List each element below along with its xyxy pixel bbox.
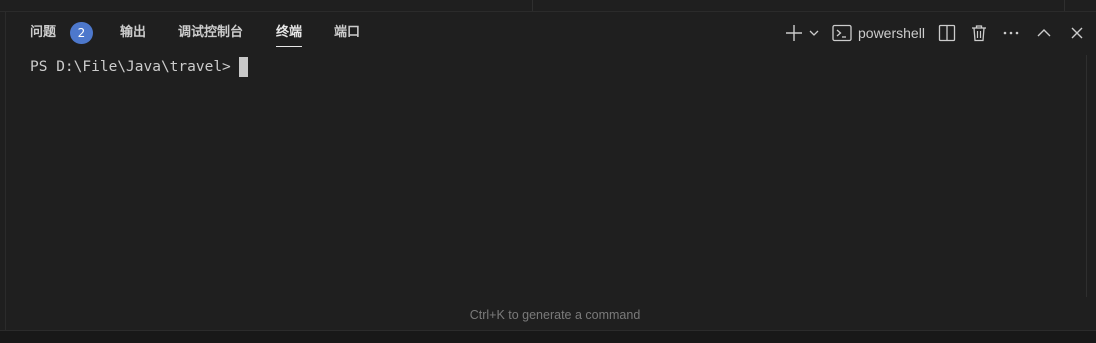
editor-divider <box>1064 0 1065 11</box>
tab-terminal-label: 终端 <box>276 25 303 40</box>
status-bar <box>0 331 1096 343</box>
ellipsis-icon <box>1003 31 1019 35</box>
split-editor-icon <box>938 24 956 42</box>
trash-icon <box>972 25 986 42</box>
tab-ports-label: 端口 <box>334 25 361 40</box>
new-terminal-button[interactable] <box>783 21 805 45</box>
tab-terminal[interactable]: 终端 <box>276 22 303 47</box>
tab-problems[interactable]: 问题 2 <box>30 22 93 46</box>
panel-left-border <box>5 12 6 330</box>
chevron-down-icon <box>809 30 819 36</box>
tab-problems-label: 问题 <box>30 25 57 40</box>
generate-command-hint: Ctrl+K to generate a command <box>469 308 641 322</box>
terminal-profile-dropdown[interactable] <box>806 21 822 45</box>
terminal-icon <box>832 24 852 42</box>
editor-divider <box>532 0 533 11</box>
terminal-prompt-line[interactable]: PS D:\File\Java\travel> <box>30 57 248 77</box>
terminal-scrollbar[interactable] <box>1086 55 1096 297</box>
problems-count-badge: 2 <box>70 22 93 44</box>
terminal-shell-selector[interactable]: powershell <box>832 21 930 45</box>
chevron-up-icon <box>1037 29 1051 37</box>
tab-debug-console-label: 调试控制台 <box>178 25 244 40</box>
split-terminal-button[interactable] <box>936 21 958 45</box>
shell-name-label: powershell <box>858 25 925 41</box>
close-panel-button[interactable] <box>1066 21 1088 45</box>
terminal-panel: 问题 2 输出 调试控制台 终端 端口 powershell PS D:\Fil… <box>0 0 1096 343</box>
tab-output[interactable]: 输出 <box>120 22 146 46</box>
editor-area-edge <box>0 0 1096 12</box>
tab-ports[interactable]: 端口 <box>334 22 360 46</box>
maximize-panel-button[interactable] <box>1033 21 1055 45</box>
terminal-prompt: PS D:\File\Java\travel> <box>30 59 231 75</box>
kill-terminal-button[interactable] <box>968 21 990 45</box>
terminal-cursor <box>238 57 248 77</box>
close-icon <box>1071 27 1083 39</box>
tab-debug-console[interactable]: 调试控制台 <box>178 22 243 46</box>
plus-icon <box>786 25 802 41</box>
more-actions-button[interactable] <box>1000 21 1022 45</box>
tab-output-label: 输出 <box>120 25 147 40</box>
